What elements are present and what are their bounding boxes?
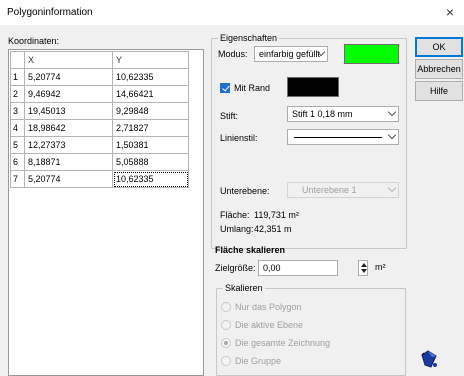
radio-group-label: Die Gruppe: [235, 356, 282, 366]
row-number: 4: [10, 119, 25, 137]
scale-heading: Fläche skalieren: [215, 245, 286, 255]
paint-bucket-icon[interactable]: [418, 348, 440, 370]
area-label: Fläche:: [220, 210, 250, 220]
sublevel-select-value: Unterebene 1: [302, 185, 357, 195]
cell-y[interactable]: 2,71827: [112, 119, 189, 137]
cell-y[interactable]: 5,05888: [112, 153, 189, 171]
line-preview: [294, 137, 382, 138]
sublevel-label: Unterebene:: [220, 186, 270, 196]
cell-x[interactable]: 19,45013: [24, 102, 113, 120]
spin-up-icon[interactable]: [361, 263, 367, 267]
dialog-body: Koordinaten: X Y 1 5,20774 10,62335 2 9,…: [0, 26, 464, 376]
pen-label: Stift:: [220, 111, 239, 121]
corner-cell: [10, 51, 25, 69]
ok-button[interactable]: OK: [415, 37, 463, 57]
coordinates-table[interactable]: X Y 1 5,20774 10,62335 2 9,46942 14,6642…: [8, 49, 204, 376]
cell-y[interactable]: 9,29848: [112, 102, 189, 120]
area-value: 119,731 m²: [254, 210, 299, 220]
radio-group[interactable]: [221, 356, 231, 366]
table-row[interactable]: 7 5,20774 10,62335: [10, 170, 189, 188]
radio-whole-drawing[interactable]: [221, 338, 231, 348]
table-row[interactable]: 3 19,45013 9,29848: [10, 102, 189, 120]
pen-select[interactable]: Stift 1 0,18 mm: [287, 106, 399, 122]
row-number: 1: [10, 68, 25, 86]
close-icon[interactable]: ×: [446, 3, 454, 21]
radio-only-polygon-label: Nur das Polygon: [235, 302, 302, 312]
coordinates-grid[interactable]: X Y 1 5,20774 10,62335 2 9,46942 14,6642…: [10, 51, 189, 188]
cell-y[interactable]: 10,62335: [112, 68, 189, 86]
radio-whole-drawing-label: Die gesamte Zeichnung: [235, 338, 331, 348]
linestyle-select[interactable]: [287, 129, 399, 145]
cell-x[interactable]: 12,27373: [24, 136, 113, 154]
table-row[interactable]: 6 8,18871 5,05888: [10, 153, 189, 171]
target-size-input[interactable]: 0,00: [258, 260, 338, 276]
scale-options-group: Skalieren Nur das Polygon Die aktive Ebe…: [216, 283, 406, 376]
cell-x[interactable]: 5,20774: [24, 68, 113, 86]
column-header-y[interactable]: Y: [112, 51, 189, 69]
row-number: 7: [10, 170, 25, 188]
chevron-down-icon: [387, 130, 397, 140]
radio-only-polygon[interactable]: [221, 302, 231, 312]
pen-select-value: Stift 1 0,18 mm: [292, 109, 353, 119]
radio-active-layer-label: Die aktive Ebene: [235, 320, 304, 330]
row-number: 3: [10, 102, 25, 120]
table-row[interactable]: 2 9,46942 14,66421: [10, 85, 189, 103]
fill-color-swatch[interactable]: [344, 44, 399, 64]
table-row[interactable]: 4 18,98642 2,71827: [10, 119, 189, 137]
target-size-stepper[interactable]: [358, 260, 368, 276]
coordinates-label: Koordinaten:: [8, 36, 60, 46]
title-bar: Polygoninformation ×: [0, 0, 464, 26]
row-number: 2: [10, 85, 25, 103]
help-button[interactable]: Hilfe: [415, 81, 463, 101]
cell-y-selected[interactable]: 10,62335: [112, 170, 189, 188]
radio-active-layer[interactable]: [221, 320, 231, 330]
mode-label: Modus:: [218, 49, 248, 59]
window-title: Polygoninformation: [7, 7, 93, 18]
table-row[interactable]: 1 5,20774 10,62335: [10, 68, 189, 86]
linestyle-label: Linienstil:: [220, 133, 258, 143]
table-header-row: X Y: [10, 51, 189, 69]
perimeter-label: Umlang:: [220, 224, 254, 234]
cell-x[interactable]: 18,98642: [24, 119, 113, 137]
target-size-label: Zielgröße:: [215, 263, 256, 273]
column-header-x[interactable]: X: [24, 51, 113, 69]
scale-options-legend: Skalieren: [223, 283, 265, 293]
properties-legend: Eigenschaften: [218, 33, 280, 43]
spin-down-icon[interactable]: [361, 269, 367, 273]
border-checkbox-label: Mit Rand: [234, 83, 271, 93]
chevron-down-icon: [387, 107, 397, 117]
cell-x[interactable]: 5,20774: [24, 170, 113, 188]
unit-label: m²: [375, 262, 386, 272]
row-number: 5: [10, 136, 25, 154]
properties-group: Eigenschaften Modus: einfarbig gefüllt M…: [211, 33, 407, 249]
cell-y[interactable]: 1,50381: [112, 136, 189, 154]
table-row[interactable]: 5 12,27373 1,50381: [10, 136, 189, 154]
cancel-button[interactable]: Abbrechen: [415, 59, 463, 79]
cell-y[interactable]: 14,66421: [112, 85, 189, 103]
perimeter-value: 42,351 m: [254, 224, 292, 234]
cell-x[interactable]: 8,18871: [24, 153, 113, 171]
mode-select[interactable]: einfarbig gefüllt: [254, 46, 328, 62]
sublevel-select[interactable]: Unterebene 1: [287, 182, 399, 198]
border-color-swatch[interactable]: [287, 77, 339, 97]
cell-x[interactable]: 9,46942: [24, 85, 113, 103]
row-number: 6: [10, 153, 25, 171]
chevron-down-icon: [387, 183, 397, 193]
mode-select-value: einfarbig gefüllt: [259, 49, 321, 59]
border-checkbox[interactable]: [220, 83, 230, 93]
